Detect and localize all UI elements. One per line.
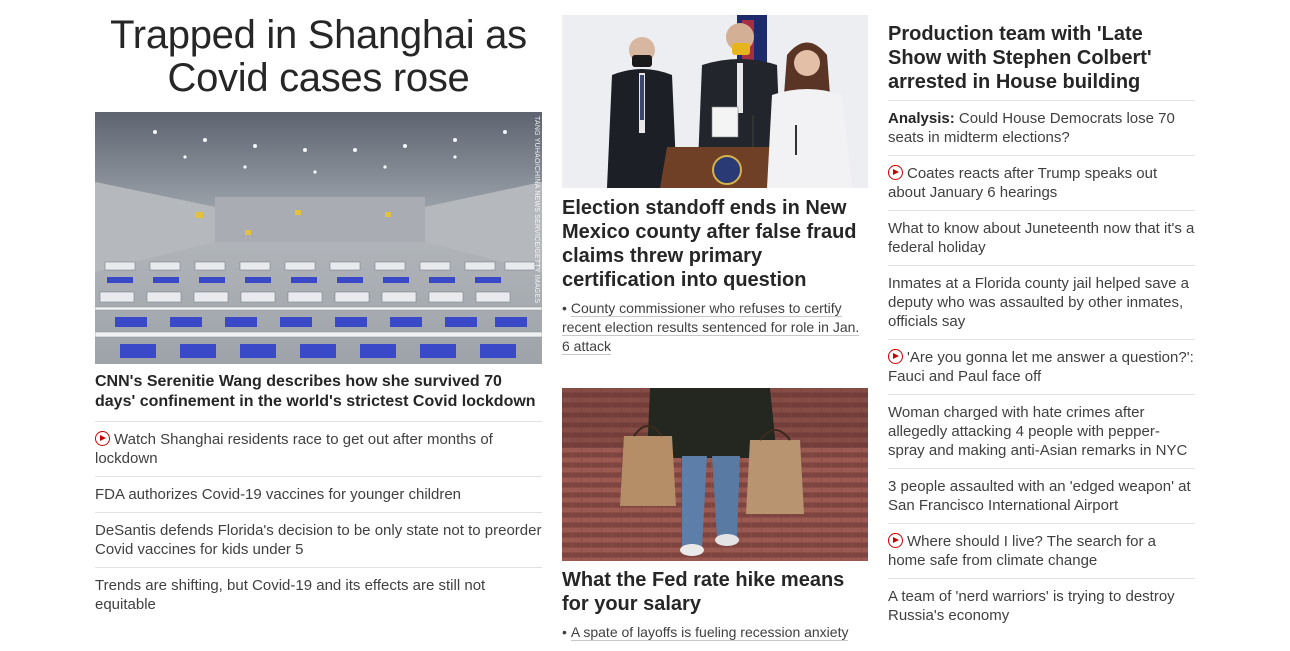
list-item-text: Inmates at a Florida county jail helped …: [888, 275, 1190, 330]
list-item-text: FDA authorizes Covid-19 vaccines for you…: [95, 486, 462, 503]
list-item-text: A team of 'nerd warriors' is trying to d…: [888, 588, 1175, 624]
list-item[interactable]: Analysis: Could House Democrats lose 70 …: [888, 100, 1195, 155]
press-conference-graphic: [562, 15, 868, 188]
list-item-text: Trends are shifting, but Covid-19 and it…: [95, 577, 486, 613]
sublink-text: A spate of layoffs is fueling recession …: [570, 624, 849, 641]
shopper-image[interactable]: [562, 388, 868, 561]
list-item[interactable]: A team of 'nerd warriors' is trying to d…: [888, 578, 1195, 633]
list-item[interactable]: Woman charged with hate crimes after all…: [888, 394, 1195, 468]
headline-election-standoff[interactable]: Election standoff ends in New Mexico cou…: [562, 196, 868, 292]
list-item[interactable]: Where should I live? The search for a ho…: [888, 523, 1195, 578]
image-credit: TANG YUHAO/CHINA NEWS SERVICE/GETTY IMAG…: [533, 116, 540, 304]
play-video-icon: [95, 431, 110, 446]
list-item-text: Woman charged with hate crimes after all…: [888, 404, 1188, 459]
headline-colbert-arrest[interactable]: Production team with 'Late Show with Ste…: [888, 22, 1195, 100]
list-item[interactable]: FDA authorizes Covid-19 vaccines for you…: [95, 476, 542, 512]
list-item-text: DeSantis defends Florida's decision to b…: [95, 522, 542, 558]
list-item-text: Watch Shanghai residents race to get out…: [95, 431, 493, 467]
play-video-icon: [888, 533, 903, 548]
bullet: •: [562, 300, 567, 316]
middle-column: Election standoff ends in New Mexico cou…: [562, 0, 868, 642]
analysis-label: Analysis:: [888, 110, 955, 127]
list-item[interactable]: Trends are shifting, but Covid-19 and it…: [95, 567, 542, 622]
hero-image-graphic: [95, 112, 542, 364]
headline-fed-rate-hike[interactable]: What the Fed rate hike means for your sa…: [562, 568, 868, 616]
shopper-graphic: [562, 388, 868, 561]
list-item[interactable]: Watch Shanghai residents race to get out…: [95, 421, 542, 476]
bullet: •: [562, 624, 567, 640]
right-column: Production team with 'Late Show with Ste…: [888, 0, 1195, 633]
list-item-text: What to know about Juneteenth now that i…: [888, 220, 1195, 256]
play-video-icon: [888, 349, 903, 364]
list-item[interactable]: What to know about Juneteenth now that i…: [888, 210, 1195, 265]
left-column: Trapped in Shanghai as Covid cases rose: [95, 0, 542, 622]
sublink-layoffs[interactable]: • A spate of layoffs is fueling recession…: [562, 623, 868, 642]
press-conference-image[interactable]: [562, 15, 868, 188]
left-story-list: Watch Shanghai residents race to get out…: [95, 421, 542, 622]
list-item-text: Where should I live? The search for a ho…: [888, 533, 1157, 569]
hero-caption-link[interactable]: CNN's Serenitie Wang describes how she s…: [95, 372, 542, 412]
list-item[interactable]: Inmates at a Florida county jail helped …: [888, 265, 1195, 339]
sublink-county-commissioner[interactable]: • County commissioner who refuses to cert…: [562, 299, 868, 356]
hero-image-shanghai-hall[interactable]: TANG YUHAO/CHINA NEWS SERVICE/GETTY IMAG…: [95, 112, 542, 364]
right-story-list: Analysis: Could House Democrats lose 70 …: [888, 100, 1195, 633]
list-item[interactable]: 'Are you gonna let me answer a question?…: [888, 339, 1195, 394]
list-item[interactable]: Coates reacts after Trump speaks out abo…: [888, 155, 1195, 210]
list-item[interactable]: DeSantis defends Florida's decision to b…: [95, 512, 542, 567]
section-title[interactable]: Trapped in Shanghai as Covid cases rose: [95, 14, 542, 100]
play-video-icon: [888, 165, 903, 180]
list-item[interactable]: 3 people assaulted with an 'edged weapon…: [888, 468, 1195, 523]
list-item-text: 3 people assaulted with an 'edged weapon…: [888, 478, 1191, 514]
sublink-text: County commissioner who refuses to certi…: [562, 300, 860, 355]
list-item-text: 'Are you gonna let me answer a question?…: [888, 349, 1194, 385]
list-item-text: Coates reacts after Trump speaks out abo…: [888, 165, 1158, 201]
